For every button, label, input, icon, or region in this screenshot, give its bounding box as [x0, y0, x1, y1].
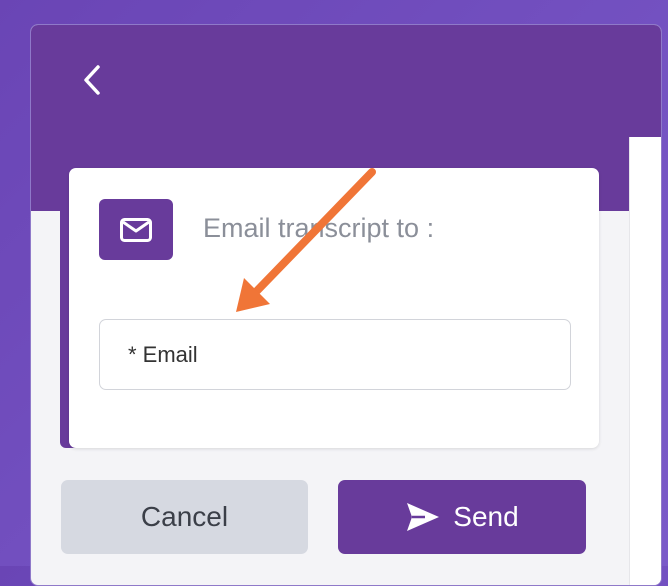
back-button[interactable] — [75, 63, 109, 97]
side-panel-edge — [629, 137, 661, 585]
envelope-icon — [120, 217, 152, 242]
send-button-label: Send — [453, 501, 519, 532]
chevron-left-icon — [84, 65, 100, 95]
paper-plane-icon — [405, 501, 441, 533]
send-button[interactable]: Send — [338, 480, 586, 554]
mail-icon-tile — [99, 199, 173, 260]
email-field[interactable]: * Email — [99, 319, 571, 390]
email-transcript-card: Email transcript to : * Email — [69, 168, 599, 448]
email-field-label: * Email — [128, 342, 198, 367]
cancel-button[interactable]: Cancel — [61, 480, 308, 554]
transcript-panel: Email transcript to : * Email Cancel Sen… — [30, 24, 662, 586]
cancel-button-label: Cancel — [140, 501, 229, 532]
card-title: Email transcript to : — [203, 213, 435, 243]
